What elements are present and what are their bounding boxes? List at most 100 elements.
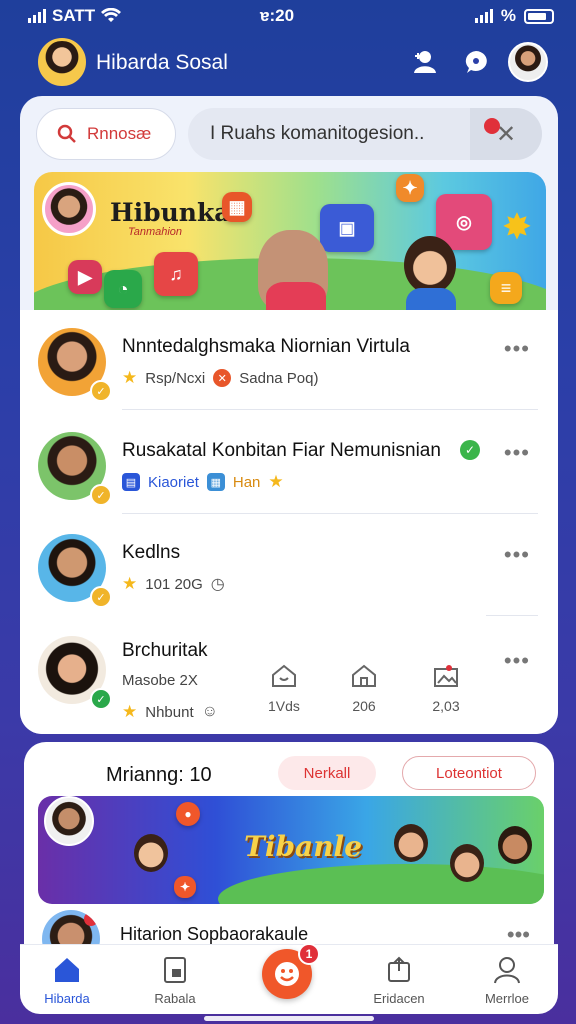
share-icon [388,956,410,982]
add-user-icon [414,51,436,73]
filter-chip-label: Rnnosæ [87,124,152,143]
feed-card: Mrianng: 10 Nerkall Loteontiot ● ✦ Tiban… [24,742,554,972]
stat-value: 206 [352,698,376,714]
chat-bubble-icon [465,51,487,73]
more-options-icon[interactable]: ••• [504,336,530,362]
verified-badge-icon: ✓ [90,586,112,608]
smiley-icon [275,962,299,986]
filter-chip[interactable]: Rnnosæ [36,108,176,160]
star-icon: ★ [268,472,284,491]
user-avatar[interactable] [38,38,86,86]
notification-dot [84,912,98,926]
divider [122,513,538,514]
search-icon [57,124,76,143]
create-button[interactable]: 1 [262,943,320,999]
more-options-icon[interactable]: ••• [504,648,530,674]
stat-home[interactable]: 206 [350,662,378,714]
stat-value: 1Vds [268,698,300,714]
messages-button[interactable] [460,46,492,78]
signal-strength-icon [474,9,493,23]
child-character [450,844,484,882]
child-character [394,824,428,862]
banner-subtitle: Tanmahion [128,226,183,238]
meta-text: Rsp/Ncxi [145,369,206,387]
search-row: Rnnosæ I Ruahs komanitogesion.. ✕ [36,108,542,160]
timer-icon: ◔ [104,270,142,308]
list-item[interactable]: ✓ Kedlns ★ 101 20G ◷ ••• [20,516,558,616]
bottom-tab-bar: Hibarda Rabala 1 Eridacen Merrloe [20,943,558,1014]
stat-value: 2,03 [432,698,460,714]
image-share-icon [434,665,458,687]
tab-rabala[interactable]: Rabala [130,955,220,1006]
clear-search-button[interactable]: ✕ [470,108,542,160]
add-friend-button[interactable] [410,46,442,78]
chat-bubble-icon: ● [176,802,200,826]
notification-dot [484,118,500,134]
search-text: I Ruahs komanitogesion.. [210,123,425,144]
tab-profile[interactable]: Merrloe [462,955,552,1006]
house-icon [352,664,376,687]
smile-icon: ☺ [201,703,218,720]
verified-badge-icon: ✓ [90,484,112,506]
tab-label: Hibarda [44,991,90,1006]
secondary-button[interactable]: Nerkall [278,756,376,790]
tab-label: Rabala [154,991,196,1006]
contact-name: Kedlns [122,542,181,563]
app-title: Hibarda Sosal [96,51,228,74]
sun-icon: ✸ [501,206,532,247]
girl-character [404,236,456,328]
music-app-icon: ♫ [154,252,198,296]
notification-count-badge: 1 [298,943,320,965]
promo-banner[interactable]: Hibunka Tanmahion ▦ ▶ ◔ ♫ ▣ ◎ ✦ ≡ ✸ [34,172,546,328]
meta-text-2: Sadna Poq) [239,369,319,387]
feed-banner-avatar [44,796,94,846]
tab-eridacen[interactable]: Eridacen [354,955,444,1006]
verified-badge-icon: ✓ [90,380,112,402]
home-icon [55,958,79,982]
app-tile-icon: ▦ [222,192,252,222]
tab-home[interactable]: Hibarda [22,955,112,1006]
contact-name: Rusakatal Konbitan Fiar Nemunisnian [122,440,441,461]
stat-views[interactable]: 1Vds [268,662,300,714]
meta-text-2: Han [232,473,261,491]
home-indicator [204,1016,374,1021]
clock: ɐ:20 [260,6,295,25]
banner-avatar [42,182,96,236]
contact-name: Nnntedalghsmaka Niornian Virtula [122,336,410,357]
more-options-icon[interactable]: ••• [504,440,530,466]
gift-icon: ✦ [396,174,424,202]
profile-avatar[interactable] [508,42,548,82]
meta-text-2: Nhbunt [145,703,194,721]
list-item[interactable]: ✓ Rusakatal Konbitan Fiar Nemunisnian ✓ … [20,414,558,514]
battery-icon [524,8,554,24]
contact-meta: ▤ Kiaoriet ▦ Han ★ [122,472,284,492]
stat-shares[interactable]: 2,03 [432,662,460,714]
list-item[interactable]: ✓ Brchuritak Masobe 2X ★ Nhbunt ☺ 1Vds 2… [20,622,558,734]
play-icon: ▶ [68,260,102,294]
contact-meta: ★ Rsp/Ncxi ✕ Sadna Poq) [122,368,319,388]
document-icon [164,957,186,983]
banner-brand: Hibunka [110,198,231,227]
carrier-label: SATT [52,6,96,25]
more-options-icon[interactable]: ••• [504,542,530,568]
chat-app-icon: ≡ [490,272,522,304]
doc-icon: ▤ [122,473,140,491]
bear-character [258,230,328,328]
contact-name: Brchuritak [122,640,208,661]
feed-banner[interactable]: ● ✦ Tibanle [38,796,544,904]
tab-label: Merrloe [484,991,530,1006]
ground-decoration [218,864,544,904]
child-character [498,826,532,864]
search-input[interactable]: I Ruahs komanitogesion.. ✕ [188,108,542,160]
contact-status: Masobe 2X [122,672,198,689]
primary-outline-button[interactable]: Loteontiot [402,756,536,790]
battery-label: % [500,6,516,25]
list-item[interactable]: ✓ Nnntedalghsmaka Niornian Virtula ★ Rsp… [20,310,558,410]
status-bar: SATT ɐ:20 % [0,0,576,34]
star-icon: ★ [122,702,138,721]
person-icon [494,957,520,984]
tab-label: Eridacen [373,991,425,1006]
app-header: Hibarda Sosal [0,38,576,86]
people-list: ✓ Nnntedalghsmaka Niornian Virtula ★ Rsp… [20,310,558,734]
meta-text: Kiaoriet [148,473,199,491]
